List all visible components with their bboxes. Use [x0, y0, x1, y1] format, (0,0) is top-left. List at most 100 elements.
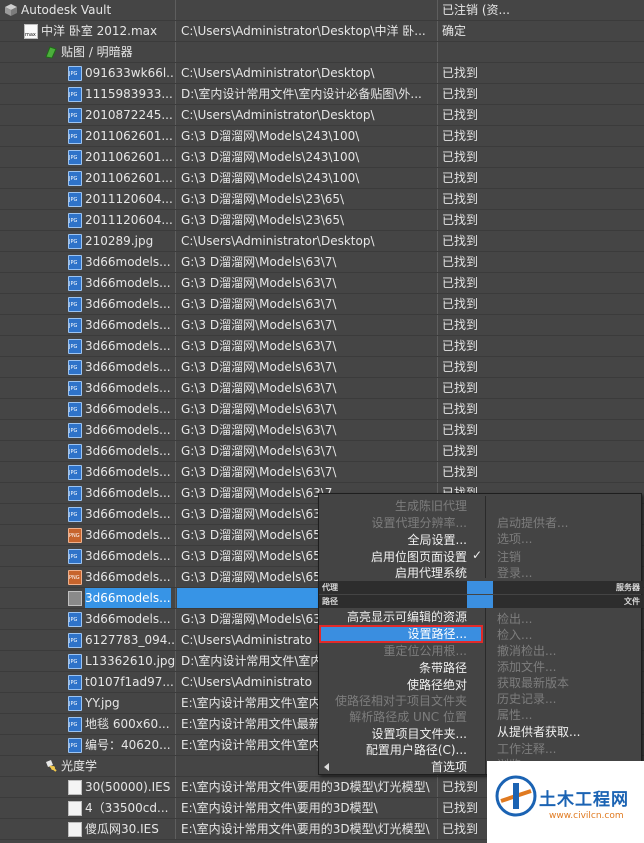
checkmark-icon: ✓ [472, 548, 483, 562]
table-row[interactable]: 3d66models... G:\3 D溜溜网\Models\63\7\ 已找到 [0, 378, 644, 399]
name-cell[interactable]: 3d66models... [0, 252, 176, 272]
name-cell[interactable]: 3d66models... [0, 525, 176, 545]
path-cell: G:\3 D溜溜网\Models\63\7\ [177, 441, 438, 461]
table-row[interactable]: 2011062601... G:\3 D溜溜网\Models\243\100\ 已找… [0, 168, 644, 189]
grey-file-icon [68, 591, 82, 606]
table-row[interactable]: 3d66models... G:\3 D溜溜网\Models\63\7\ 已找到 [0, 399, 644, 420]
table-row[interactable]: 2011120604... G:\3 D溜溜网\Models\23\65\ 已找到 [0, 210, 644, 231]
menu-item-set-path[interactable]: 设置路径... [319, 625, 467, 643]
name-cell[interactable]: 2011120604... [0, 210, 176, 230]
name-cell[interactable]: YY.jpg [0, 693, 176, 713]
status-cell: 已找到 [442, 423, 479, 437]
row-name-label: 2011062601... [85, 171, 173, 185]
row-name-label: 3d66models... [85, 507, 171, 521]
table-row[interactable]: 中洋 卧室 2012.max C:\Users\Administrator\Des… [0, 21, 644, 42]
name-cell[interactable]: 地毯 600x60... [0, 714, 176, 734]
name-cell[interactable]: 2011120604... [0, 189, 176, 209]
name-cell[interactable]: 傻瓜网30.IES [0, 819, 176, 839]
row-name-label: L13362610.jpg [85, 654, 176, 668]
name-cell[interactable]: 2011062601... [0, 168, 176, 188]
name-cell[interactable]: 3d66models... [0, 273, 176, 293]
menu-item-set-proxy-resolution[interactable]: 设置代理分辨率... [319, 514, 467, 532]
table-row[interactable]: 3d66models... G:\3 D溜溜网\Models\63\7\ 已找到 [0, 420, 644, 441]
row-name-label: 2011062601... [85, 129, 173, 143]
table-row[interactable]: 贴图 / 明暗器 [0, 42, 644, 63]
name-cell[interactable]: 30(50000).IES [0, 777, 176, 797]
context-menu: 生成陈旧代理 设置代理分辨率... 全局设置... 启用位图页面设置 ✓ 启用代… [318, 493, 643, 776]
status-cell: 已找到 [442, 192, 479, 206]
table-row[interactable]: 3d66models... G:\3 D溜溜网\Models\63\7\ 已找到 [0, 357, 644, 378]
table-row[interactable]: 3d66models... G:\3 D溜溜网\Models\63\7\ 已找到 [0, 462, 644, 483]
menu-item-global-settings[interactable]: 全局设置... [319, 531, 467, 549]
menu-item-generate-stale-proxy[interactable]: 生成陈旧代理 [319, 497, 467, 515]
name-cell[interactable]: 1115983933... [0, 84, 176, 104]
name-cell[interactable]: 3d66models... [0, 315, 176, 335]
menu-item-preferences[interactable]: 首选项 [319, 758, 467, 776]
name-cell[interactable]: 3d66models... [0, 609, 176, 629]
table-row[interactable]: 1115983933... D:\室内设计常用文件\室内设计必备贴图\外... 已找… [0, 84, 644, 105]
name-cell[interactable]: 3d66models... [0, 441, 176, 461]
path-cell: G:\3 D溜溜网\Models\243\100\ [177, 168, 438, 188]
name-cell[interactable]: 贴图 / 明暗器 [0, 42, 176, 62]
table-row[interactable]: 2011062601... G:\3 D溜溜网\Models\243\100\ 已找… [0, 147, 644, 168]
menu-item-configure-user-paths[interactable]: 配置用户路径(C)... [319, 741, 467, 759]
name-cell[interactable]: 3d66models... [0, 420, 176, 440]
name-cell[interactable]: Autodesk Vault [0, 0, 176, 20]
name-cell[interactable]: 3d66models... [0, 357, 176, 377]
table-row[interactable]: 091633wk66l...C:\Users\Administrator\Des… [0, 63, 644, 84]
name-cell[interactable]: 091633wk66l... [0, 63, 176, 83]
table-row[interactable]: 2011062601... G:\3 D溜溜网\Models\243\100\ 已找… [0, 126, 644, 147]
table-row[interactable]: 3d66models... G:\3 D溜溜网\Models\63\7\ 已找到 [0, 252, 644, 273]
name-cell[interactable]: 编号：40620... [0, 735, 176, 755]
light-icon [44, 759, 58, 774]
row-name-label: 3d66models... [85, 528, 171, 542]
name-cell[interactable]: t0107f1ad97... [0, 672, 176, 692]
path-cell: G:\3 D溜溜网\Models\23\65\ [177, 189, 438, 209]
name-cell[interactable]: 3d66models... [0, 399, 176, 419]
name-cell[interactable]: 2011062601... [0, 147, 176, 167]
name-cell[interactable]: 3d66models... [0, 483, 176, 503]
png-icon [68, 570, 82, 585]
menu-item-resolve-unc[interactable]: 解析路径成 UNC 位置 [319, 708, 467, 726]
row-name-label: 3d66models... [85, 549, 171, 563]
path-cell: D:\室内设计常用文件\室内设计必备贴图\外... [177, 84, 438, 104]
table-row[interactable]: Autodesk Vault 已注销 (资... [0, 0, 644, 21]
name-cell[interactable]: 光度学 [0, 756, 176, 776]
table-row[interactable]: 210289.jpg C:\Users\Administrator\Desktop… [0, 231, 644, 252]
menu-item-highlight-editable[interactable]: 高亮显示可编辑的资源 [319, 608, 467, 626]
table-row[interactable]: 3d66models... G:\3 D溜溜网\Models\63\7\ 已找到 [0, 336, 644, 357]
table-row[interactable]: 3d66models... G:\3 D溜溜网\Models\63\7\ 已找到 [0, 315, 644, 336]
menu-item-properties[interactable]: 属性... [497, 706, 532, 724]
status-cell: 已找到 [442, 150, 479, 164]
name-cell[interactable]: 中洋 卧室 2012.max [0, 21, 176, 41]
name-cell[interactable]: 2010872245... [0, 105, 176, 125]
menu-item-login[interactable]: 登录... [497, 564, 532, 582]
name-cell[interactable]: 4（33500cd... [0, 798, 176, 818]
table-row[interactable]: 3d66models... G:\3 D溜溜网\Models\63\7\ 已找到 [0, 294, 644, 315]
name-cell[interactable]: 3d66models... [0, 504, 176, 524]
name-cell[interactable]: 3d66models... [0, 462, 176, 482]
name-cell[interactable]: 210289.jpg [0, 231, 176, 251]
table-row[interactable]: 3d66models... G:\3 D溜溜网\Models\63\7\ 已找到 [0, 273, 644, 294]
status-cell: 已找到 [442, 108, 479, 122]
menu-item-enable-proxy-system[interactable]: 启用代理系统 [319, 564, 467, 582]
path-cell: G:\3 D溜溜网\Models\63\7\ [177, 420, 438, 440]
name-cell[interactable]: 3d66models... [0, 294, 176, 314]
name-cell[interactable]: 3d66models... [0, 567, 176, 587]
name-cell[interactable]: 6127783_094... [0, 630, 176, 650]
section-header-path: 路径 [319, 595, 467, 608]
section-header-file: 文件 [493, 595, 643, 608]
name-cell[interactable]: L13362610.jpg [0, 651, 176, 671]
name-cell[interactable]: 3d66models... [0, 588, 176, 608]
name-cell[interactable]: 3d66models... [0, 336, 176, 356]
menu-item-options[interactable]: 选项... [497, 530, 532, 548]
table-row[interactable]: 3d66models... G:\3 D溜溜网\Models\63\7\ 已找到 [0, 441, 644, 462]
menu-item-relocate-common-root[interactable]: 重定位公用根... [319, 642, 467, 660]
name-cell[interactable]: 3d66models... [0, 378, 176, 398]
table-row[interactable]: 2010872245... C:\Users\Administrator\Desk… [0, 105, 644, 126]
name-cell[interactable]: 3d66models... [0, 546, 176, 566]
name-cell[interactable]: 2011062601... [0, 126, 176, 146]
menu-item-strip-path[interactable]: 条带路径 [319, 659, 467, 677]
table-row[interactable]: 2011120604... G:\3 D溜溜网\Models\23\65\ 已找到 [0, 189, 644, 210]
menu-item-get-from-provider[interactable]: 从提供者获取... [497, 723, 580, 741]
